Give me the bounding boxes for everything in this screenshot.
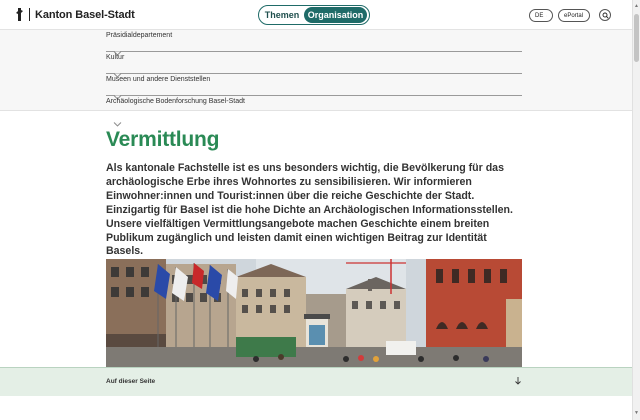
chevron-down-icon (546, 15, 547, 16)
language-select[interactable]: DE (529, 9, 553, 22)
arrow-down-icon (515, 377, 521, 385)
lead-paragraph: Als kantonale Fachstelle ist es uns beso… (106, 162, 513, 258)
page-bottom-strip (0, 396, 632, 420)
page-scrollbar[interactable]: ▲ ▼ (632, 0, 640, 420)
toggle-organisation-button[interactable]: Organisation (304, 7, 367, 23)
breadcrumb-item[interactable]: Präsidialdepartement (106, 30, 522, 56)
breadcrumb-item[interactable]: Kultur (106, 52, 522, 78)
search-icon (602, 12, 609, 19)
navigation-mode-toggle: Themen Organisation (258, 5, 370, 25)
brand-divider (29, 8, 30, 21)
site-header: Kanton Basel-Stadt Themen Organisation D… (0, 0, 632, 30)
toggle-themen-button[interactable]: Themen (260, 7, 304, 23)
language-value: DE (535, 12, 544, 19)
breadcrumb-label: Archäologische Bodenforschung Basel-Stad… (106, 98, 245, 105)
breadcrumb: Präsidialdepartement Kultur Museen und a… (0, 30, 632, 127)
breadcrumb-label: Museen und andere Dienststellen (106, 76, 211, 83)
basel-staff-icon (16, 8, 23, 21)
breadcrumb-item[interactable]: Museen und andere Dienststellen (106, 74, 522, 100)
breadcrumb-label: Kultur (106, 54, 125, 61)
page-title: Vermittlung (106, 128, 220, 151)
search-button[interactable] (599, 9, 611, 21)
eportal-button[interactable]: ePortal (558, 9, 590, 22)
scrollbar-thumb[interactable] (634, 14, 639, 62)
breadcrumb-label: Präsidialdepartement (106, 32, 173, 39)
chevron-down-icon (113, 122, 122, 127)
marktplatz-photo (106, 259, 522, 367)
breadcrumb-item[interactable]: Archäologische Bodenforschung Basel-Stad… (106, 96, 522, 127)
brand-name: Kanton Basel-Stadt (35, 8, 135, 21)
on-this-page-toggle[interactable]: Auf dieser Seite (0, 367, 632, 396)
scroll-up-icon[interactable]: ▲ (634, 3, 639, 9)
brand-link[interactable]: Kanton Basel-Stadt (16, 8, 135, 21)
eportal-label: ePortal (564, 12, 584, 19)
on-this-page-label: Auf dieser Seite (106, 378, 156, 385)
scroll-down-icon[interactable]: ▼ (634, 410, 639, 416)
